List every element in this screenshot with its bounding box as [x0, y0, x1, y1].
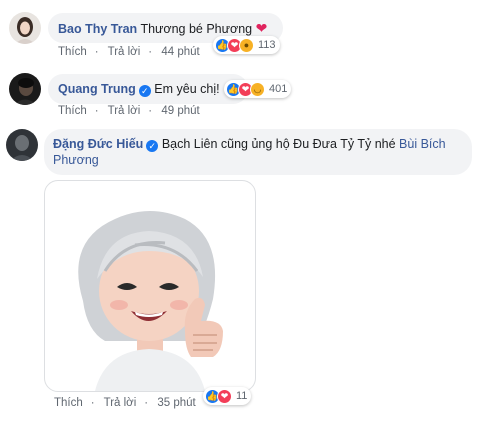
comment-author[interactable]: Quang Trung — [58, 82, 136, 96]
comment-text: Thương bé Phương — [140, 22, 253, 36]
avatar-photo — [9, 73, 41, 105]
comment-author[interactable]: Bao Thy Tran — [58, 22, 137, 36]
comment-actions: Thích · Trả lời · 49 phút — [58, 105, 208, 117]
comment-text: Em yêu chị! — [154, 82, 220, 96]
timestamp[interactable]: 35 phút — [157, 397, 195, 409]
sticker-attachment[interactable] — [44, 180, 256, 392]
reply-link[interactable]: Trả lời — [104, 397, 137, 409]
reply-link[interactable]: Trả lời — [108, 46, 141, 58]
like-link[interactable]: Thích — [54, 397, 83, 409]
love-icon: ❤ — [217, 388, 232, 404]
avatar-quang-trung[interactable] — [9, 73, 41, 105]
reaction-summary[interactable]: 👍 ❤ ● 113 — [213, 36, 280, 54]
verified-badge-icon: ✓ — [138, 85, 151, 97]
like-link[interactable]: Thích — [58, 46, 87, 58]
comment-bubble-3: Đặng Đức Hiếu ✓ Bạch Liên cũng ủng hộ Đu … — [44, 129, 472, 175]
separator: · — [90, 397, 95, 409]
separator: · — [94, 46, 99, 58]
haha-icon: ◡ — [250, 81, 265, 97]
reaction-count: 401 — [269, 83, 288, 95]
separator: · — [94, 105, 99, 117]
like-link[interactable]: Thích — [58, 105, 87, 117]
reaction-count: 11 — [236, 390, 248, 402]
wow-icon: ● — [239, 37, 254, 53]
separator: · — [148, 46, 153, 58]
verified-badge-icon: ✓ — [146, 140, 159, 152]
reaction-count: 113 — [258, 39, 276, 51]
comment-actions: Thích · Trả lời · 44 phút — [58, 46, 208, 58]
timestamp[interactable]: 49 phút — [161, 105, 199, 117]
comment-author[interactable]: Đặng Đức Hiếu — [53, 137, 143, 151]
mention-link[interactable]: Bùi Bích — [399, 137, 446, 151]
comment-text: Bạch Liên cũng ủng hộ Đu Đưa Tỷ Tỷ nhé — [161, 137, 396, 151]
heart-icon: ❤ — [255, 20, 268, 36]
comment-bubble-2: Quang Trung ✓ Em yêu chị! — [48, 74, 248, 104]
comment-actions: Thích · Trả lời · 35 phút — [54, 397, 204, 409]
mention-link[interactable]: Phương — [53, 153, 99, 167]
avatar-photo — [6, 129, 38, 161]
reaction-summary[interactable]: 👍 ❤ ◡ 401 — [224, 80, 292, 98]
reply-link[interactable]: Trả lời — [108, 105, 141, 117]
timestamp[interactable]: 44 phút — [161, 46, 199, 58]
avatar-bao-thy-tran[interactable] — [9, 12, 41, 44]
reaction-summary[interactable]: 👍 ❤ 11 — [203, 387, 252, 405]
separator: · — [148, 105, 153, 117]
separator: · — [144, 397, 149, 409]
avatar-photo — [9, 12, 41, 44]
memoji-sticker — [78, 211, 223, 391]
avatar-dang-duc-hieu[interactable] — [6, 129, 38, 161]
